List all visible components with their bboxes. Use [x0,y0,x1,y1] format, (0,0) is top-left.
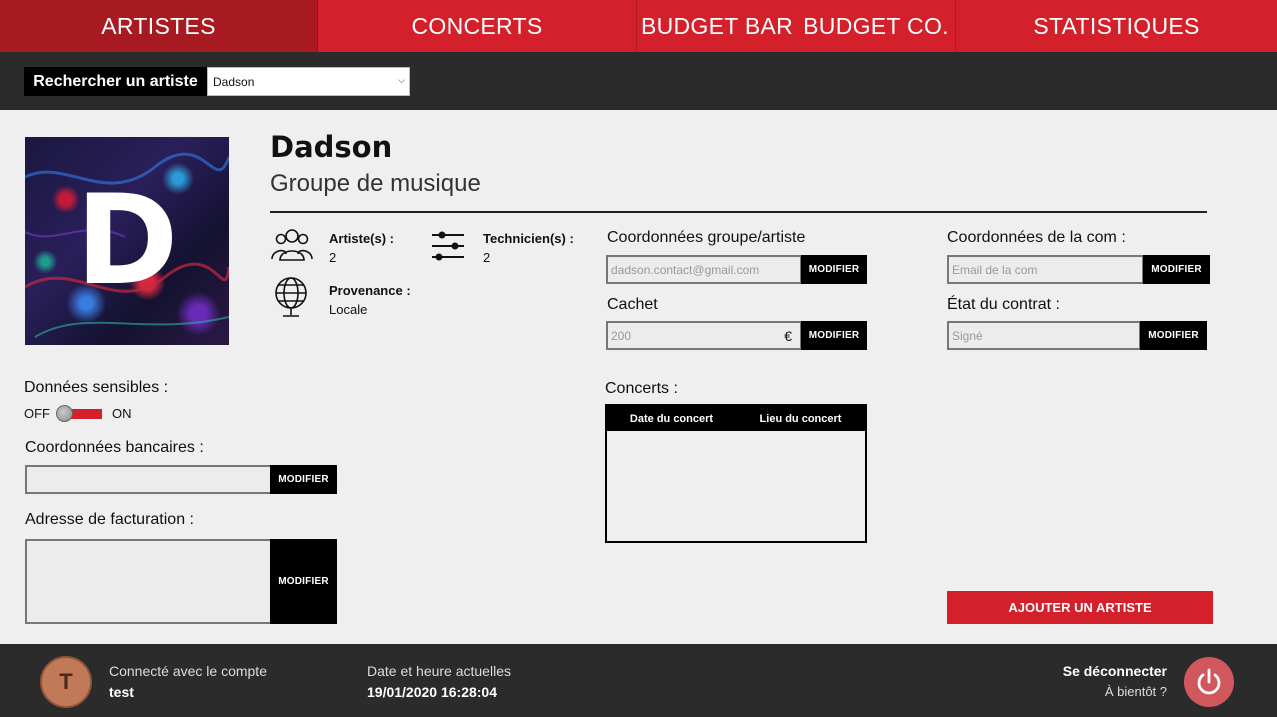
bank-title: Coordonnées bancaires : [25,439,204,456]
billing-field[interactable] [25,539,272,624]
billing-title: Adresse de facturation : [25,511,194,528]
artists-label: Artiste(s) : [329,231,395,246]
sensitive-toggle[interactable] [56,405,102,423]
contact-group-field[interactable]: dadson.contact@gmail.com [606,255,802,284]
tab-label: BUDGET CO. [803,12,949,39]
artist-select-value: Dadson [213,74,255,89]
technicians-label: Technicien(s) : [483,231,574,246]
sliders-icon [432,231,464,261]
search-label: Rechercher un artiste [24,67,207,96]
modify-contact-com-button[interactable]: MODIFIER [1143,255,1210,284]
tab-label: BUDGET BAR [640,12,794,39]
datetime-label: Date et heure actuelles [367,663,511,679]
tab-concerts[interactable]: CONCERTS [318,0,637,52]
contact-com-field[interactable]: Email de la com [947,255,1144,284]
artist-select[interactable]: Dadson ⌵ [207,67,410,96]
tab-budget-bar[interactable]: BUDGET BAR [637,0,797,52]
tab-label: STATISTIQUES [1033,12,1200,39]
logout-label[interactable]: Se déconnecter [1063,663,1167,679]
connected-label: Connecté avec le compte [109,663,267,679]
concerts-table-header: Date du concert Lieu du concert [607,406,865,431]
column-header-date[interactable]: Date du concert [607,413,736,425]
sensitive-title: Données sensibles : [24,379,169,396]
add-artist-button[interactable]: AJOUTER UN ARTISTE [947,591,1213,624]
modify-contract-button[interactable]: MODIFIER [1140,321,1207,350]
fee-title: Cachet [607,296,658,313]
contact-com-placeholder: Email de la com [952,262,1038,277]
bank-field[interactable] [25,465,272,494]
contact-com-title: Coordonnées de la com : [947,229,1126,246]
footer: T Connecté avec le compte test Date et h… [0,644,1277,717]
artists-count: 2 [329,250,337,265]
concerts-table[interactable]: Date du concert Lieu du concert [605,404,867,543]
logout-subtext: À bientôt ? [1104,684,1167,699]
artist-name: Dadson [270,130,393,164]
toggle-off-label: OFF [24,406,50,421]
tab-label: ARTISTES [101,12,216,39]
toggle-on-label: ON [112,406,132,421]
tab-label: CONCERTS [411,12,543,39]
tab-artistes[interactable]: ARTISTES [0,0,318,52]
logout-button[interactable] [1184,657,1234,707]
group-icon [271,229,313,261]
header-divider [270,211,1207,213]
origin-value: Locale [329,302,368,317]
concerts-title: Concerts : [605,380,678,397]
fee-field[interactable]: 200 € [606,321,802,350]
power-icon [1197,668,1221,695]
modify-contact-group-button[interactable]: MODIFIER [801,255,867,284]
artist-image: D [25,137,229,345]
contact-group-value: dadson.contact@gmail.com [611,262,760,277]
column-header-venue[interactable]: Lieu du concert [736,413,865,425]
contract-field[interactable]: Signé [947,321,1141,350]
tab-statistiques[interactable]: STATISTIQUES [956,0,1277,52]
contract-value: Signé [952,328,983,343]
current-datetime: 19/01/2020 16:28:04 [367,684,497,700]
modify-billing-button[interactable]: MODIFIER [270,539,337,624]
modify-bank-button[interactable]: MODIFIER [270,465,337,494]
search-bar: Rechercher un artiste Dadson ⌵ [0,52,1277,110]
account-name: test [109,684,134,700]
contract-title: État du contrat : [947,296,1060,313]
top-nav: ARTISTES CONCERTS BUDGET BAR BUDGET CO. … [0,0,1277,52]
artist-type: Groupe de musique [270,170,481,197]
technicians-count: 2 [483,250,491,265]
chevron-down-icon: ⌵ [398,75,405,85]
toggle-knob [56,405,73,422]
euro-icon: € [784,327,792,344]
fee-value: 200 [611,328,632,343]
contact-group-title: Coordonnées groupe/artiste [607,229,806,246]
globe-icon [275,277,307,317]
artist-initial: D [75,169,179,313]
tab-budget-co[interactable]: BUDGET CO. [797,0,956,52]
modify-fee-button[interactable]: MODIFIER [801,321,867,350]
avatar: T [40,656,92,708]
origin-label: Provenance : [329,283,411,298]
